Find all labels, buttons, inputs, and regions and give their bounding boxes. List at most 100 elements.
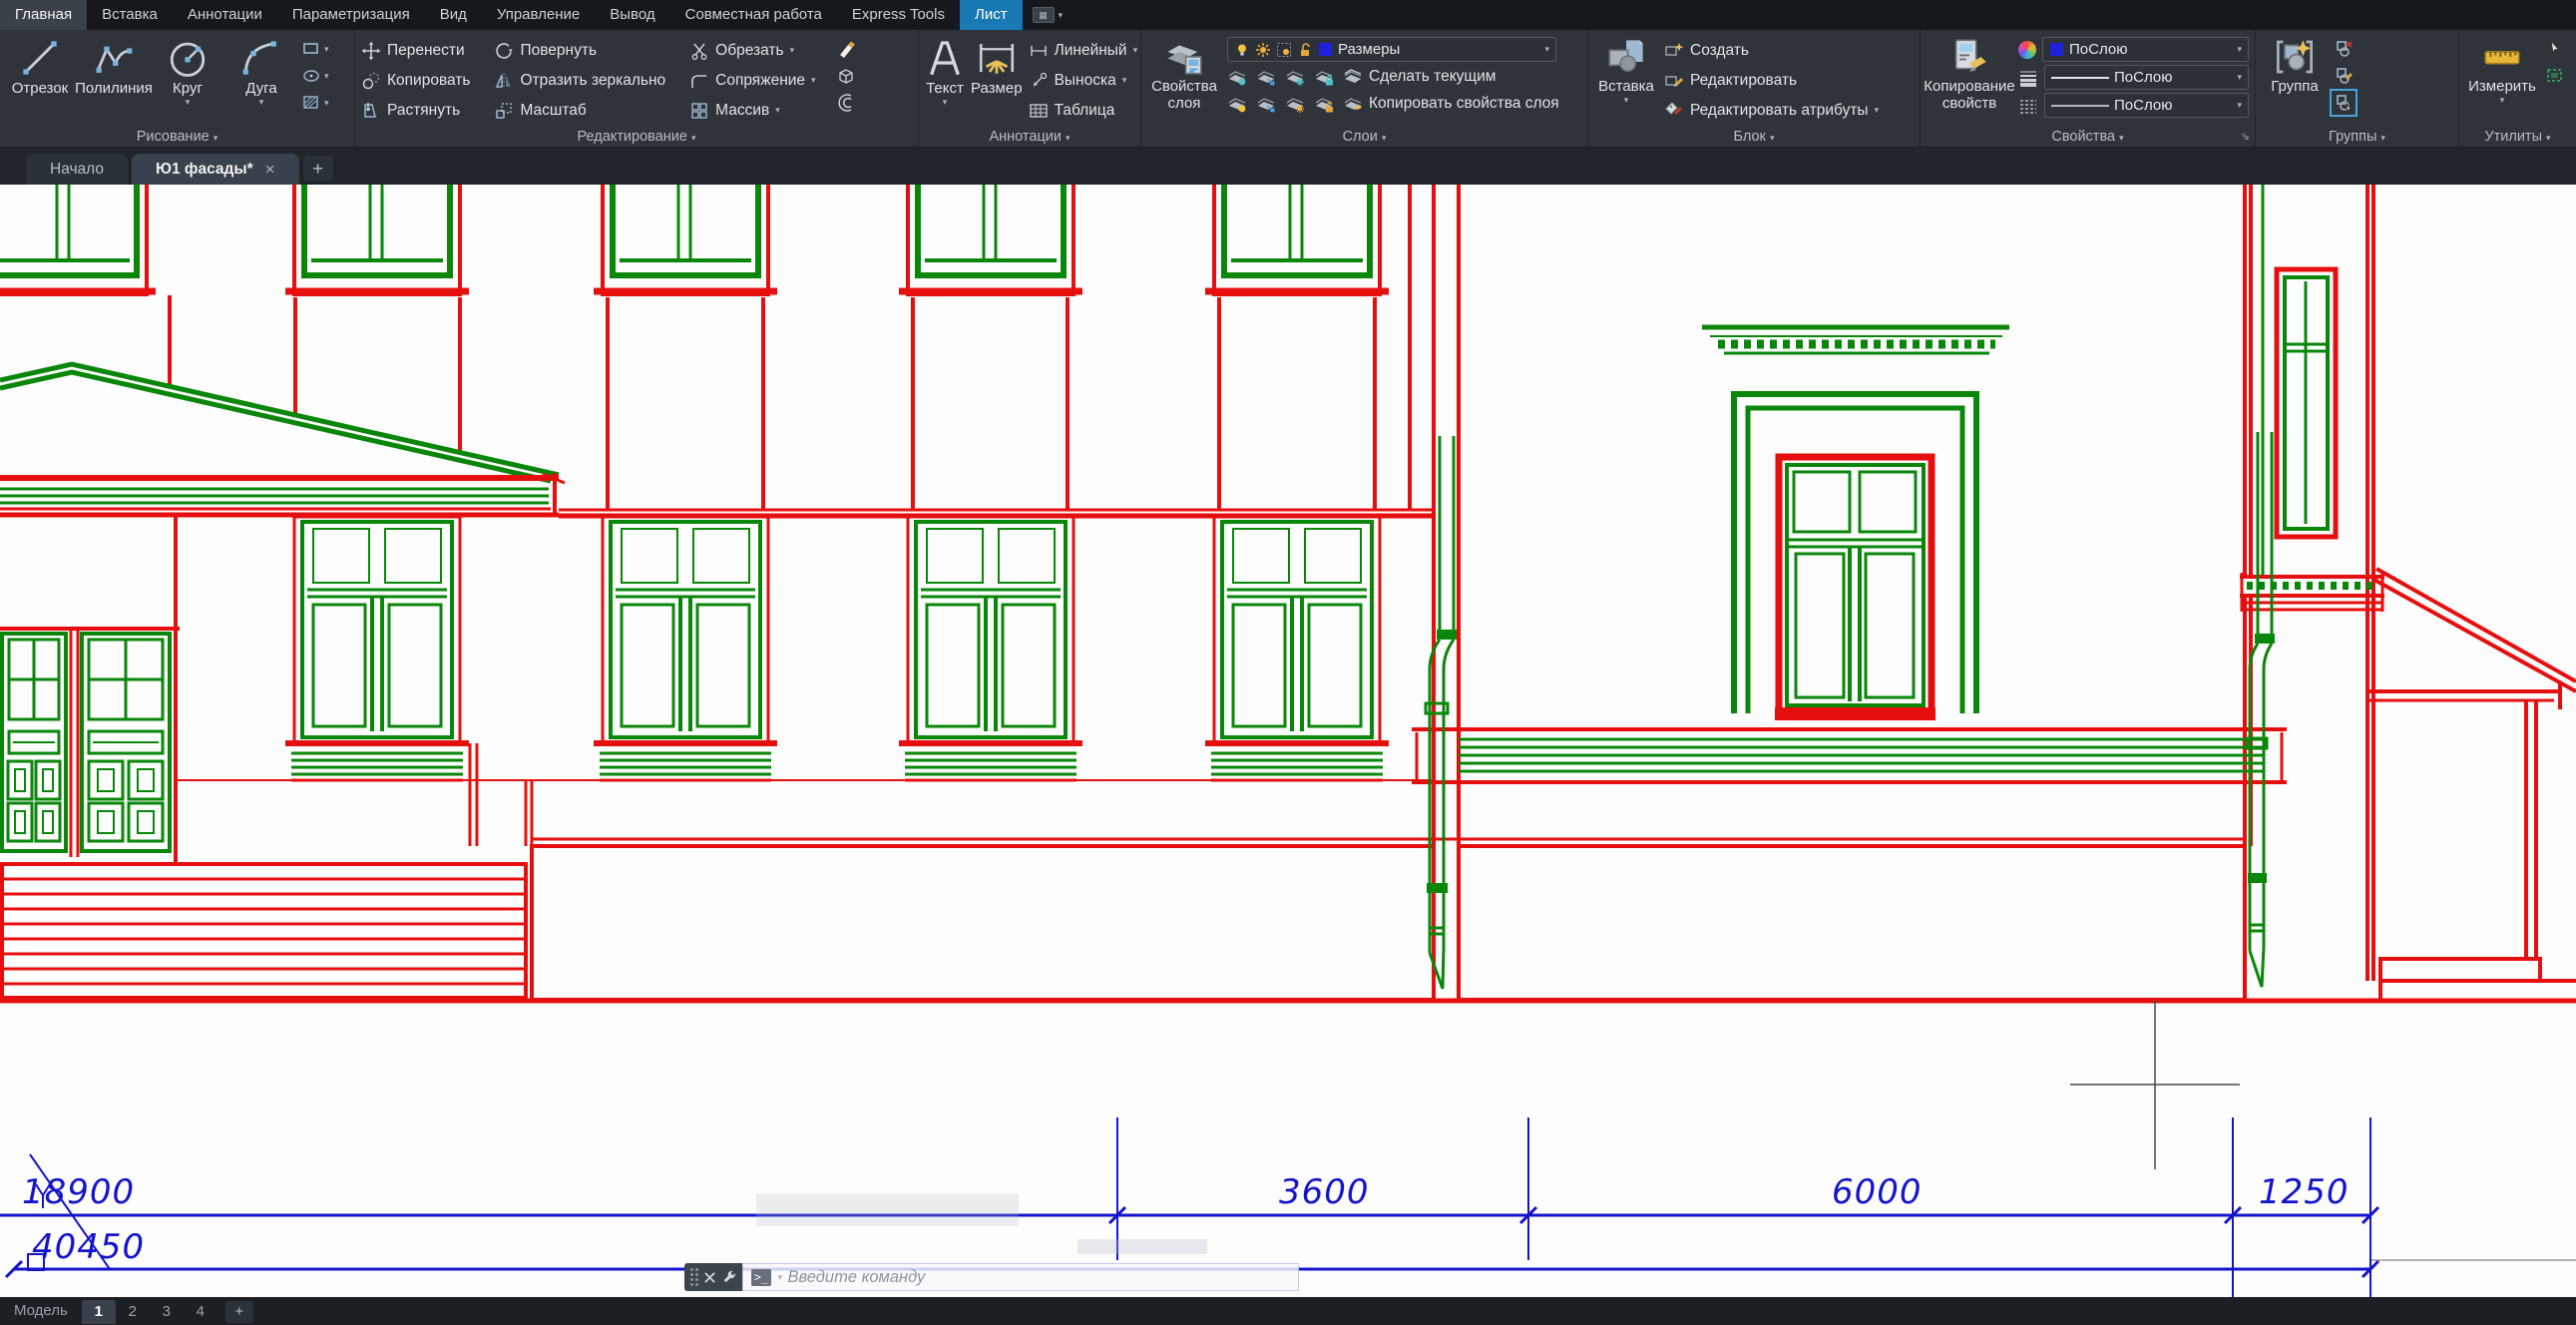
autocad-window: Главная Вставка Аннотации Параметризация… [0, 0, 2576, 1325]
line-button[interactable]: Отрезок [6, 35, 74, 97]
menu-tab-vstavka[interactable]: Вставка [87, 0, 173, 30]
layer-freeze-icon[interactable] [1285, 67, 1305, 87]
linear-dim-button[interactable]: Линейный▾ [1029, 37, 1138, 64]
group-selection-toggle[interactable] [2334, 93, 2354, 113]
move-button[interactable]: Перенести [361, 37, 470, 64]
stretch-button[interactable]: Растянуть [361, 97, 470, 124]
new-drawing-tab-button[interactable]: + [303, 156, 333, 182]
make-current-button[interactable]: Сделать текущим [1343, 65, 1496, 89]
select-all-icon[interactable] [2545, 66, 2565, 86]
circle-button[interactable]: Круг ▾ [154, 35, 221, 107]
match-layer-button[interactable]: Копировать свойства слоя [1343, 92, 1559, 116]
layout-tab-2[interactable]: 2 [116, 1300, 150, 1324]
ribbon-display-button[interactable]: ▦ ▾ [1033, 0, 1064, 30]
downpipe-left [1426, 436, 1457, 989]
layout-tab-3[interactable]: 3 [150, 1300, 184, 1324]
layout-tab-1[interactable]: 1 [82, 1300, 116, 1324]
menu-tab-sovmestnaya-rabota[interactable]: Совместная работа [670, 0, 837, 30]
arc-button[interactable]: Дуга ▾ [227, 35, 295, 107]
quick-select-icon[interactable] [2545, 39, 2565, 59]
polyline-button[interactable]: Полилиния [80, 35, 148, 97]
dim-text-18900[interactable]: 18900 [22, 1172, 135, 1212]
text-button[interactable]: Текст ▾ [925, 35, 965, 107]
create-block-button[interactable]: Создать [1664, 37, 1879, 64]
wrench-icon[interactable] [722, 1270, 737, 1285]
explode-button[interactable] [836, 66, 856, 86]
group-button[interactable]: Группа [2262, 35, 2328, 95]
panel-modify: Перенести Копировать Растянуть Повернуть… [354, 30, 918, 147]
ellipse-icon [301, 66, 321, 86]
close-tab-icon[interactable]: × [265, 154, 275, 185]
layer-thaw-all-icon[interactable] [1285, 94, 1305, 114]
lineweight-combobox[interactable]: ПоСлою ▾ [2044, 65, 2249, 90]
drawing-canvas[interactable]: .sr{stroke:var(--red);fill:none}.sg{stro… [0, 185, 2576, 1297]
layer-lock-icon[interactable] [1314, 67, 1334, 87]
hatch-tool-button[interactable]: ▾ [301, 93, 329, 113]
command-bar-grip[interactable] [684, 1263, 742, 1291]
match-properties-button[interactable]: Копирование свойств [1927, 35, 2012, 112]
dimension-button[interactable]: Размер [971, 35, 1023, 97]
ungroup-icon[interactable] [2334, 39, 2354, 59]
copy-button[interactable]: Копировать [361, 67, 470, 94]
drawing-tab-start[interactable]: Начало [26, 154, 128, 185]
edit-block-button[interactable]: Редактировать [1664, 67, 1879, 94]
fillet-button[interactable]: Сопряжение▾ [689, 67, 815, 94]
menu-tab-parametrizaciya[interactable]: Параметризация [277, 0, 425, 30]
dim-text-6000[interactable]: 6000 [1832, 1172, 1923, 1212]
menu-tab-express-tools[interactable]: Express Tools [837, 0, 960, 30]
layer-match-icon[interactable] [1256, 94, 1276, 114]
group-edit-icon[interactable] [2334, 66, 2354, 86]
rectangle-tool-button[interactable]: ▾ [301, 39, 329, 59]
insert-block-button[interactable]: Вставка ▾ [1594, 35, 1658, 105]
offset-button[interactable] [836, 93, 856, 113]
panel-label-block[interactable]: Блок ▾ [1588, 129, 1920, 145]
panel-label-groups[interactable]: Группы ▾ [2256, 129, 2458, 145]
drawing-tab-bar: Начало Ю1 фасады* × + [0, 148, 2576, 185]
layer-properties-button[interactable]: Свойства слоя [1147, 35, 1221, 112]
close-icon[interactable] [703, 1271, 716, 1284]
mirror-button[interactable]: Отразить зеркально [494, 67, 665, 94]
linetype-combobox[interactable]: ПоСлою ▾ [2044, 93, 2249, 118]
layer-unlock-all-icon[interactable] [1314, 94, 1334, 114]
table-icon [1029, 101, 1049, 121]
dim-text-40450[interactable]: 40450 [32, 1227, 145, 1267]
panel-label-draw[interactable]: Рисование ▾ [0, 129, 354, 145]
dim-text-1250[interactable]: 1250 [2259, 1172, 2350, 1212]
panel-label-annotate[interactable]: Аннотации ▾ [919, 129, 1140, 145]
command-input[interactable]: >_ ▾ Введите команду [742, 1263, 1299, 1291]
menu-tab-vyvod[interactable]: Вывод [595, 0, 669, 30]
panel-label-utilities[interactable]: Утилиты ▾ [2459, 129, 2576, 145]
scale-button[interactable]: Масштаб [494, 97, 665, 124]
panel-label-modify[interactable]: Редактирование ▾ [355, 129, 918, 145]
menu-tab-vid[interactable]: Вид [425, 0, 482, 30]
menu-tab-annotacii[interactable]: Аннотации [173, 0, 277, 30]
measure-button[interactable]: Измерить ▾ [2465, 35, 2539, 105]
ellipse-tool-button[interactable]: ▾ [301, 66, 329, 86]
panel-label-properties[interactable]: Свойства ▾ [1921, 129, 2255, 145]
layer-unisolate-icon[interactable] [1256, 67, 1276, 87]
layer-combobox[interactable]: Размеры ▾ [1227, 37, 1556, 62]
dim-text-3600[interactable]: 3600 [1279, 1172, 1370, 1212]
menu-tab-list[interactable]: Лист [960, 0, 1023, 30]
edit-attributes-button[interactable]: Редактировать атрибуты▾ [1664, 97, 1879, 124]
panel-label-layers[interactable]: Слои ▾ [1141, 129, 1587, 145]
command-bar: >_ ▾ Введите команду [684, 1263, 1299, 1291]
hatch-icon [301, 93, 321, 113]
erase-button[interactable] [836, 39, 856, 59]
layer-off-icon[interactable] [1227, 94, 1247, 114]
new-layout-button[interactable]: + [225, 1301, 253, 1323]
table-button[interactable]: Таблица [1029, 97, 1138, 124]
menu-tab-upravlenie[interactable]: Управление [482, 0, 595, 30]
array-button[interactable]: Массив▾ [689, 97, 815, 124]
dialog-launcher-icon[interactable]: ⇘ [2241, 130, 2250, 143]
trim-button[interactable]: Обрезать▾ [689, 37, 815, 64]
menu-tab-glavnaya[interactable]: Главная [0, 0, 87, 30]
layout-tab-4[interactable]: 4 [184, 1300, 217, 1324]
drawing-tab-facades[interactable]: Ю1 фасады* × [132, 154, 299, 185]
leader-button[interactable]: Выноска▾ [1029, 67, 1138, 94]
object-color-combobox[interactable]: ПоСлою ▾ [2042, 37, 2249, 62]
model-tab[interactable]: Модель [0, 1298, 82, 1324]
layer-isolate-icon[interactable] [1227, 67, 1247, 87]
chevron-down-icon: ▾ [1544, 45, 1549, 54]
rotate-button[interactable]: Повернуть [494, 37, 665, 64]
